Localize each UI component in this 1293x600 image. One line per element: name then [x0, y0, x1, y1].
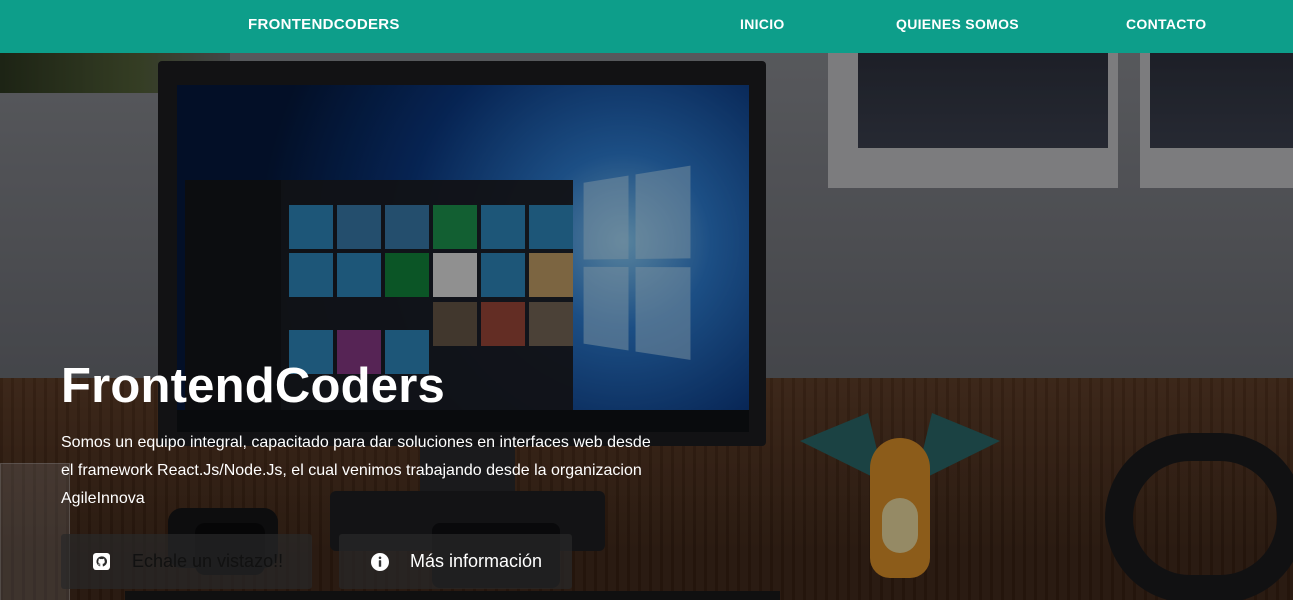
nav-link-contacto[interactable]: CONTACTO [1126, 16, 1206, 32]
github-button-label: Echale un vistazo!! [132, 551, 283, 572]
hero-dark-overlay [0, 53, 1293, 600]
brand-link[interactable]: FRONTENDCODERS [248, 16, 400, 33]
hero-title: FrontendCoders [61, 358, 661, 414]
nav-link-quienes-somos[interactable]: QUIENES SOMOS [896, 16, 1019, 32]
nav-link-inicio[interactable]: INICIO [740, 16, 785, 32]
github-icon [92, 553, 110, 571]
github-button[interactable]: Echale un vistazo!! [61, 534, 312, 589]
hero-content: FrontendCoders Somos un equipo integral,… [61, 358, 661, 513]
more-info-button-label: Más información [410, 551, 542, 572]
more-info-button[interactable]: Más información [339, 534, 572, 589]
navbar: FRONTENDCODERS INICIO QUIENES SOMOS CONT… [0, 0, 1293, 53]
hero-description: Somos un equipo integral, capacitado par… [61, 429, 651, 513]
info-icon [371, 553, 389, 571]
hero-background [0, 53, 1293, 600]
